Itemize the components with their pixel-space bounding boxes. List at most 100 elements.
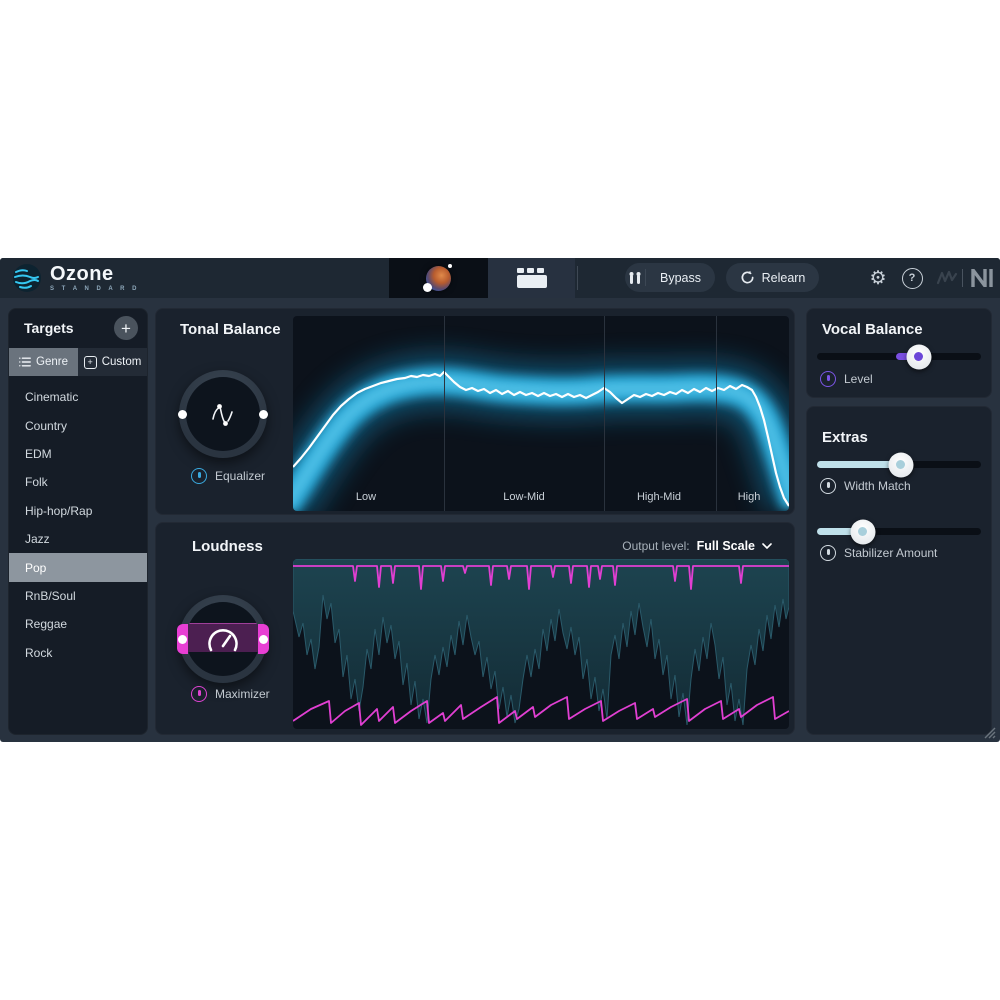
maximizer-knob[interactable] [177,595,269,683]
targets-title: Targets [24,320,74,336]
add-target-button[interactable]: + [114,316,138,340]
chevron-down-icon [762,543,772,549]
ozone-logo: Ozone S T A N D A R D [12,263,139,293]
ni-logo-icon [968,258,996,298]
resize-handle[interactable] [982,725,996,739]
genre-item-jazz[interactable]: Jazz [9,525,147,553]
tonal-balance-display: Low Low-Mid High-Mid High [293,316,789,511]
reference-listen-button[interactable] [625,270,645,286]
logo-subtitle: S T A N D A R D [50,286,140,292]
genre-item-cinematic[interactable]: Cinematic [9,383,147,411]
vocal-level-slider[interactable] [817,344,981,369]
custom-plus-icon: + [83,355,97,369]
tonal-spectrum-graphic [293,353,789,511]
targets-tabs: Genre + Custom [9,348,147,376]
extras-title: Extras [822,429,868,446]
assistant-sphere-icon [423,263,452,292]
knob-handle-right[interactable] [259,634,268,644]
band-label-high: High [737,491,761,503]
genre-item-folk[interactable]: Folk [9,468,147,496]
knob-handle-left[interactable] [178,634,187,644]
genre-item-hiphop-rap[interactable]: Hip-hop/Rap [9,497,147,525]
stabilizer-amount-label: Stabilizer Amount [844,546,938,560]
settings-gear-icon[interactable]: ⚙ [866,258,890,298]
relearn-button[interactable]: Relearn [726,263,819,292]
output-level-value: Full Scale [696,539,755,553]
knob-handle-left[interactable] [178,409,187,419]
stabilizer-toggle-row: Stabilizer Amount [820,545,937,561]
targets-header: Targets + [9,309,147,347]
tonal-balance-title: Tonal Balance [180,321,281,338]
width-match-slider[interactable] [817,452,981,477]
level-power-icon[interactable] [820,371,836,387]
genre-item-rnb-soul[interactable]: RnB/Soul [9,582,147,610]
screenshot-stage: Ozone S T A N D A R D Bypass Relearn ⚙ ?… [0,0,1000,1000]
gauge-icon [208,629,238,652]
stabilizer-amount-slider[interactable] [817,519,981,544]
targets-panel: Targets + Genre + Custom Cinematic Count… [8,308,148,735]
tab-custom-label: Custom [101,356,142,368]
topbar-right-divider [962,269,963,287]
equalizer-power-icon[interactable] [191,468,207,484]
tab-genre-label: Genre [36,356,68,368]
genre-item-pop[interactable]: Pop [9,553,147,582]
bypass-button[interactable]: Bypass [646,271,715,285]
stabilizer-amount-slider-thumb[interactable] [850,519,876,544]
level-label: Level [844,372,873,386]
izotope-scribble-icon[interactable] [934,258,960,298]
bypass-group: Bypass [625,263,715,292]
ozone-plugin-window: Ozone S T A N D A R D Bypass Relearn ⚙ ?… [0,258,1000,742]
view-tabs [389,258,575,298]
relearn-label: Relearn [761,270,806,285]
logo-title: Ozone [50,263,114,285]
genre-item-edm[interactable]: EDM [9,440,147,468]
maximizer-label: Maximizer [215,687,270,701]
stabilizer-power-icon[interactable] [820,545,836,561]
knob-handle-right[interactable] [259,409,268,419]
loudness-display [293,559,789,729]
width-match-label: Width Match [844,479,911,493]
relearn-cycle-icon [741,270,754,284]
genre-item-rock[interactable]: Rock [9,639,147,667]
width-match-slider-thumb[interactable] [888,452,914,477]
topbar: Ozone S T A N D A R D Bypass Relearn ⚙ ? [0,258,1000,298]
headphones-icon [629,271,641,284]
band-label-low-mid: Low-Mid [503,491,545,503]
band-label-high-mid: High-Mid [636,491,682,503]
tab-assistant[interactable] [389,258,488,298]
vocal-level-slider-thumb[interactable] [906,344,932,369]
ozone-globe-icon [13,264,41,292]
tab-genre[interactable]: Genre [9,348,78,376]
genre-item-country[interactable]: Country [9,411,147,439]
maximizer-toggle-row: Maximizer [191,686,270,702]
band-label-low: Low [355,491,377,503]
equalizer-toggle-row: Equalizer [191,468,265,484]
band-divider [444,316,445,511]
tonal-balance-panel: Tonal Balance Equalizer Low Low-Mid High… [155,308,795,515]
band-divider [716,316,717,511]
loudness-title: Loudness [192,538,263,555]
list-icon [19,357,31,367]
genre-list: Cinematic Country EDM Folk Hip-hop/Rap J… [9,383,147,667]
help-icon[interactable]: ? [900,258,924,298]
maximizer-power-icon[interactable] [191,686,207,702]
level-toggle-row: Level [820,371,873,387]
module-chain-icon [516,267,547,289]
equalizer-label: Equalizer [215,469,266,483]
eq-curve-icon [212,404,233,426]
band-divider [604,316,605,511]
output-level-dropdown[interactable]: Output level: Full Scale [622,539,772,553]
width-match-toggle-row: Width Match [820,478,911,494]
vocal-balance-panel: Vocal Balance Level [806,308,992,398]
tab-custom[interactable]: + Custom [78,348,147,376]
output-level-label: Output level: [622,539,690,553]
tab-detailed-view[interactable] [488,258,575,298]
loudness-panel: Loudness Output level: Full Scale Maximi… [155,522,795,735]
loudness-history-graphic [293,559,789,726]
equalizer-knob[interactable] [178,370,268,458]
width-match-power-icon[interactable] [820,478,836,494]
topbar-divider [577,266,578,290]
genre-item-reggae[interactable]: Reggae [9,610,147,638]
extras-panel: Extras Width Match Stabilizer Amount [806,406,992,735]
vocal-balance-title: Vocal Balance [822,321,923,338]
